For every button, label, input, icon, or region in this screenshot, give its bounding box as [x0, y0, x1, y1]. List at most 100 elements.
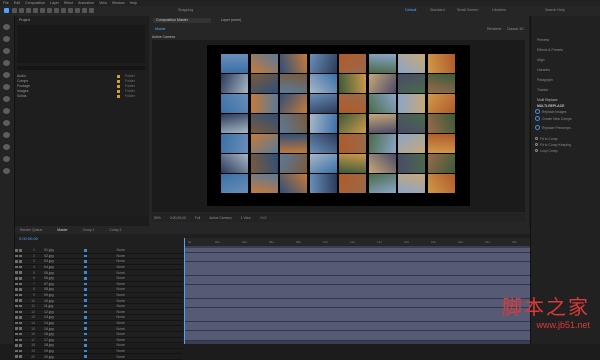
label-color-swatch[interactable]	[84, 316, 87, 319]
menu-view[interactable]: View	[99, 1, 107, 5]
layer-mode[interactable]: None	[117, 304, 125, 308]
brush-tool-icon[interactable]	[68, 8, 73, 13]
zoom-tool-icon[interactable]	[26, 8, 31, 13]
audio-icon[interactable]	[19, 254, 22, 258]
eye-icon[interactable]	[15, 265, 18, 269]
viewer-control[interactable]: 0;00;00;00	[170, 216, 186, 220]
puppet-tool-icon[interactable]	[89, 8, 94, 13]
eye-icon[interactable]	[15, 338, 18, 342]
audio-icon[interactable]	[19, 327, 22, 330]
audio-icon[interactable]	[19, 288, 22, 291]
create-new-comps-button[interactable]: Create New Comps	[542, 117, 572, 121]
replace-precomps-button[interactable]: Replace Precomps	[542, 126, 571, 130]
timeline-tracks[interactable]: 0s 02s 04s 06s 08s 10s 12s 14s 16s 18s 20s 22s 24s	[184, 238, 530, 344]
layer-mode[interactable]: None	[117, 338, 125, 342]
layer-mode[interactable]: None	[117, 332, 125, 336]
audio-icon[interactable]	[19, 271, 22, 274]
label-color-swatch[interactable]	[84, 344, 87, 347]
eye-icon[interactable]	[15, 277, 18, 280]
audio-icon[interactable]	[19, 344, 22, 347]
audio-icon[interactable]	[19, 265, 22, 269]
layer-mode[interactable]: None	[117, 259, 125, 263]
plugin-icon-5[interactable]	[3, 72, 10, 78]
layer-mode[interactable]: None	[117, 265, 125, 269]
layer-mode[interactable]: None	[117, 293, 125, 297]
project-item[interactable]: Images Folder	[17, 89, 145, 94]
panel-align[interactable]: Align	[537, 58, 545, 62]
audio-icon[interactable]	[19, 293, 22, 297]
current-timecode[interactable]: 0;00;00;00	[19, 236, 38, 241]
label-color-swatch[interactable]	[84, 265, 87, 269]
fit-to-comp-radio[interactable]	[535, 137, 538, 140]
workspace-libraries[interactable]: Libraries	[492, 8, 506, 12]
stamp-tool-icon[interactable]	[75, 8, 80, 13]
layer-mode[interactable]: None	[117, 355, 125, 359]
eye-icon[interactable]	[15, 288, 18, 291]
eye-icon[interactable]	[15, 321, 18, 325]
eye-icon[interactable]	[15, 327, 18, 330]
workspace-default[interactable]: Default	[405, 8, 416, 12]
viewer-control[interactable]: 1 View	[241, 216, 251, 220]
audio-icon[interactable]	[19, 338, 22, 342]
eye-icon[interactable]	[15, 282, 18, 286]
layer-mode[interactable]: None	[117, 321, 125, 325]
eye-icon[interactable]	[15, 304, 18, 308]
eye-icon[interactable]	[15, 299, 18, 302]
selection-tool-icon[interactable]	[12, 8, 17, 13]
layer-mode[interactable]: None	[117, 282, 125, 286]
audio-icon[interactable]	[19, 282, 22, 286]
label-color-swatch[interactable]	[84, 277, 87, 280]
label-color-swatch[interactable]	[84, 338, 87, 342]
menu-edit[interactable]: Edit	[14, 1, 20, 5]
workspace-small-screen[interactable]: Small Screen	[457, 8, 478, 12]
label-color-swatch[interactable]	[84, 282, 87, 286]
plugin-icon-2[interactable]	[3, 36, 10, 42]
label-color-swatch[interactable]	[84, 254, 87, 258]
replace-images-button[interactable]: Replace Images	[542, 110, 567, 114]
menu-animation[interactable]: Animation	[78, 1, 94, 5]
audio-icon[interactable]	[19, 249, 22, 252]
plugin-icon-12[interactable]	[3, 156, 10, 162]
camera-tool-icon[interactable]	[40, 8, 45, 13]
label-color-swatch[interactable]	[84, 271, 87, 274]
audio-icon[interactable]	[19, 299, 22, 302]
project-item[interactable]: Comps Folder	[17, 79, 145, 84]
timeline-tab[interactable]: Render Queue	[20, 228, 42, 232]
plugin-icon-8[interactable]	[3, 108, 10, 114]
project-item[interactable]: Solids Folder	[17, 94, 145, 99]
layer-mode[interactable]: None	[117, 271, 125, 275]
eye-icon[interactable]	[15, 249, 18, 252]
plugin-icon-1[interactable]	[3, 24, 10, 30]
hand-tool-icon[interactable]	[19, 8, 24, 13]
snapping-toggle[interactable]: Snapping	[178, 8, 193, 12]
audio-icon[interactable]	[19, 349, 22, 353]
viewer-control[interactable]: Active Camera	[209, 216, 231, 220]
plugin-icon-4[interactable]	[3, 60, 10, 66]
label-color-swatch[interactable]	[84, 299, 87, 302]
audio-icon[interactable]	[19, 355, 22, 358]
eraser-tool-icon[interactable]	[82, 8, 87, 13]
label-color-swatch[interactable]	[84, 249, 87, 252]
plugin-icon-13[interactable]	[3, 168, 10, 174]
search-help[interactable]: Search Help	[545, 8, 565, 12]
script-panel-tab[interactable]: Multi Replace	[537, 98, 558, 102]
audio-icon[interactable]	[19, 304, 22, 308]
viewer-control[interactable]: +0.0	[260, 216, 267, 220]
plugin-icon-7[interactable]	[3, 96, 10, 102]
label-color-swatch[interactable]	[84, 304, 87, 308]
label-color-swatch[interactable]	[84, 310, 87, 314]
plugin-icon-9[interactable]	[3, 120, 10, 126]
label-color-swatch[interactable]	[84, 332, 87, 336]
label-color-swatch[interactable]	[84, 349, 87, 353]
comp-tab[interactable]: Composition Master	[153, 18, 211, 23]
eye-icon[interactable]	[15, 310, 18, 314]
layer-mode[interactable]: None	[117, 276, 125, 280]
eye-icon[interactable]	[15, 293, 18, 297]
loop-comp-checkbox[interactable]	[535, 149, 538, 152]
viewer-control[interactable]: 50%	[154, 216, 161, 220]
menu-file[interactable]: File	[3, 1, 9, 5]
audio-icon[interactable]	[19, 316, 22, 319]
eye-icon[interactable]	[15, 332, 18, 336]
renderer-value[interactable]: Classic 3D	[507, 27, 524, 31]
layer-mode[interactable]: None	[117, 349, 125, 353]
